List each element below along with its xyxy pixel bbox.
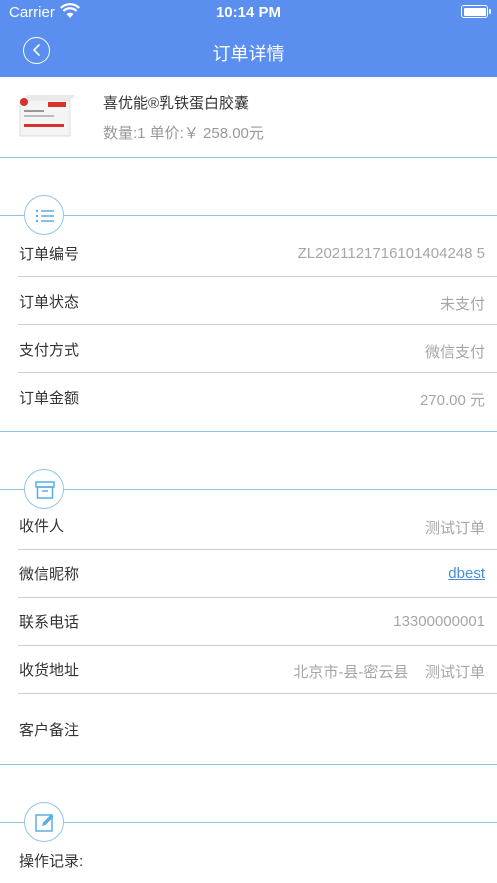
section-rule [0,822,497,823]
nav-header: Carrier 10:14 PM 订单详情 [0,0,497,77]
phone-label: 联系电话 [19,614,80,631]
divider [0,764,497,765]
list-icon [35,209,54,223]
phone-value: 13300000001 [393,613,485,630]
section-rule [0,215,497,216]
product-image [19,95,74,137]
status-bar: Carrier 10:14 PM [0,0,497,26]
wechat-nickname-link[interactable]: dbest [448,565,485,582]
clock: 10:14 PM [215,4,282,21]
receiver-section-badge [24,469,64,509]
order-status-label: 订单状态 [19,294,80,311]
row-divider [18,324,497,325]
order-number-label: 订单编号 [19,246,80,263]
product-name: 喜优能®乳铁蛋白胶囊 [103,95,250,112]
order-amount-label: 订单金额 [19,390,80,407]
battery-icon [461,5,491,18]
divider [0,431,497,432]
archive-box-icon [35,481,55,499]
log-section-badge [24,802,64,842]
row-divider [18,549,497,550]
row-divider [18,276,497,277]
operation-log-label: 操作记录: [19,853,84,870]
receiver-label: 收件人 [19,518,65,535]
customer-note-label: 客户备注 [19,722,80,739]
payment-method-value: 微信支付 [424,344,485,361]
payment-method-label: 支付方式 [19,342,80,359]
product-meta: 数量:1 单价:￥ 258.00元 [103,125,264,142]
order-section-badge [24,195,64,235]
edit-icon [35,814,54,832]
address-label: 收货地址 [19,662,80,679]
page-title: 订单详情 [212,44,285,64]
divider [0,157,497,158]
wechat-nickname-label: 微信昵称 [19,566,80,583]
row-divider [18,645,497,646]
address-value: 北京市-县-密云县 测试订单 [293,664,485,681]
order-number-value: ZL2021121716101404248 5 [297,245,485,262]
row-divider [18,693,497,694]
order-amount-value: 270.00 元 [419,392,485,409]
receiver-value: 测试订单 [424,520,485,537]
row-divider [18,597,497,598]
order-status-value: 未支付 [439,296,485,313]
section-rule [0,489,497,490]
row-divider [18,372,497,373]
